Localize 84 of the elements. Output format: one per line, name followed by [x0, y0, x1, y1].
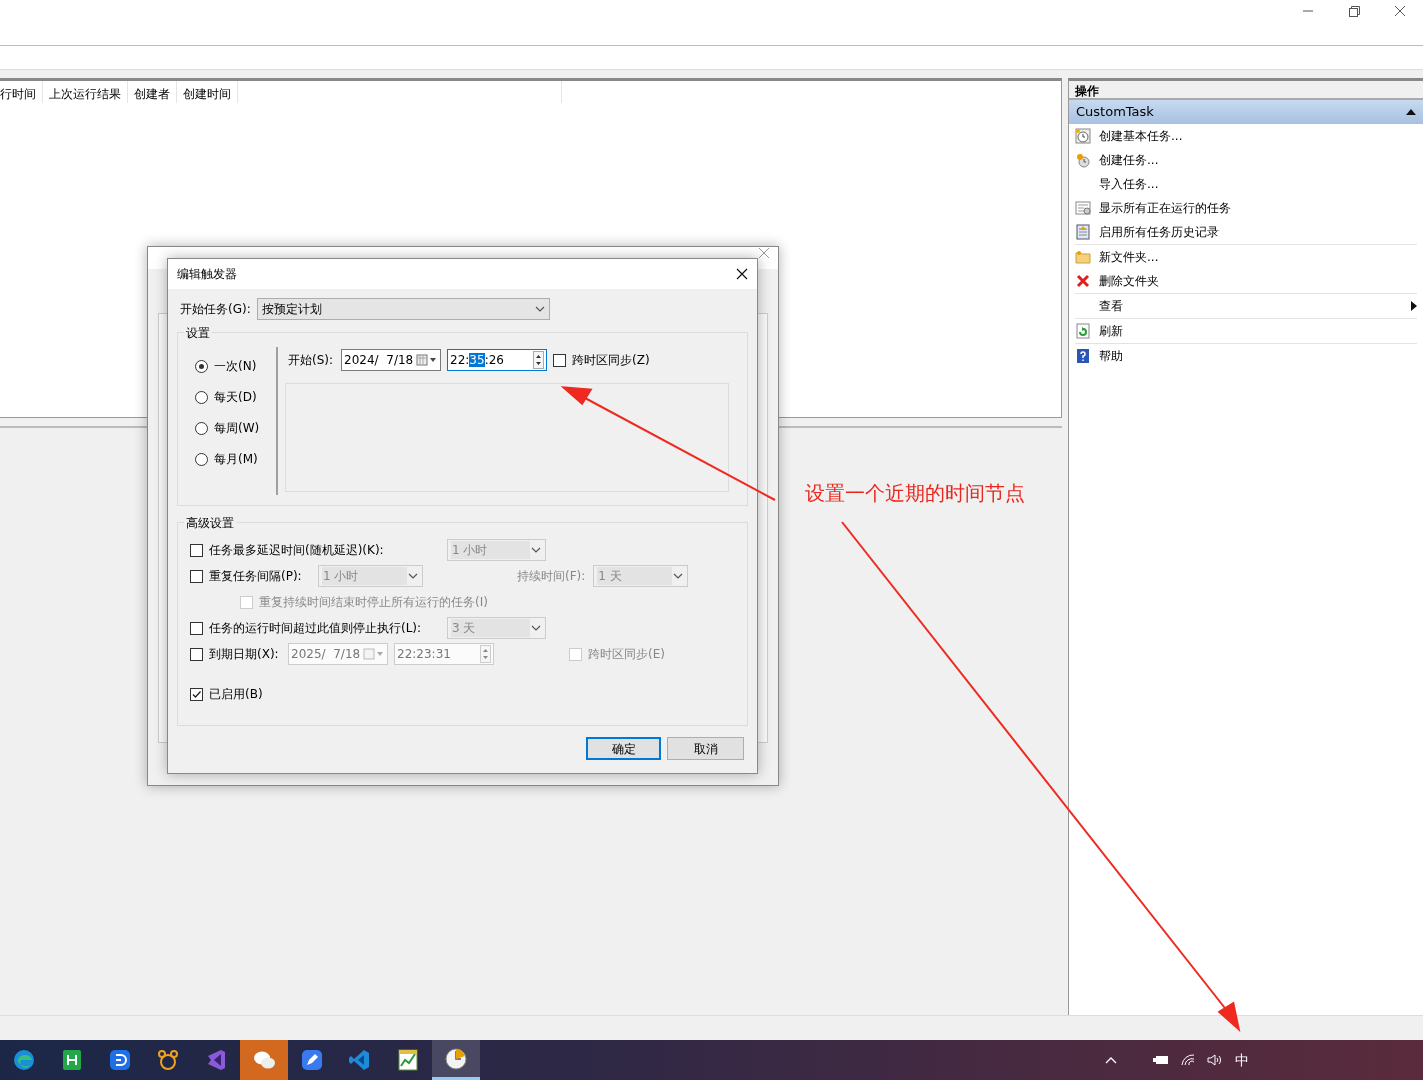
action-item[interactable]: 帮助 — [1099, 347, 1423, 365]
section-header[interactable]: CustomTask — [1069, 100, 1423, 124]
checkbox-label[interactable]: 到期日期(X): — [209, 645, 279, 663]
checkbox-label: 跨时区同步(E) — [588, 646, 665, 663]
group-title: 设置 — [184, 324, 212, 342]
notebook-icon — [1075, 224, 1091, 240]
list-icon — [1075, 200, 1091, 216]
wifi-icon[interactable] — [1181, 1054, 1195, 1066]
refresh-icon — [1075, 323, 1091, 339]
action-item[interactable]: 导入任务... — [1099, 175, 1423, 193]
chevron-icon — [533, 304, 546, 314]
column-header[interactable]: 创建者 — [128, 81, 177, 103]
calendar-icon — [363, 648, 385, 660]
action-item[interactable]: 查看 — [1099, 297, 1403, 315]
help-icon — [1075, 348, 1091, 364]
radio-button[interactable] — [195, 452, 208, 466]
chevron-icon — [530, 623, 542, 633]
checkbox[interactable] — [190, 543, 203, 557]
action-item[interactable]: 删除文件夹 — [1099, 272, 1423, 290]
spinner-icon[interactable] — [533, 351, 545, 369]
chart-icon[interactable] — [396, 1048, 420, 1072]
annotation-text: 设置一个近期的时间节点 — [805, 480, 1025, 507]
speaker-icon[interactable] — [1207, 1054, 1223, 1066]
action-item[interactable]: 新文件夹... — [1099, 248, 1423, 266]
checkbox[interactable] — [190, 687, 203, 701]
action-item[interactable]: 启用所有任务历史记录 — [1099, 223, 1423, 241]
checkbox-label[interactable]: 跨时区同步(Z) — [572, 351, 650, 369]
app-icon[interactable] — [108, 1048, 132, 1072]
dialog-title: 编辑触发器 — [177, 266, 237, 283]
folder-icon — [1075, 249, 1091, 265]
dropdown[interactable]: 按预定计划 — [256, 298, 550, 320]
chevron-up-icon[interactable] — [1105, 1056, 1117, 1064]
radio-label[interactable]: 每月(M) — [214, 450, 258, 468]
action-item[interactable]: 刷新 — [1099, 322, 1423, 340]
checkbox-label[interactable]: 重复任务间隔(P): — [209, 567, 302, 585]
date-field[interactable]: 2024/ 7/18 — [341, 349, 442, 371]
column-header[interactable]: 行时间 — [0, 81, 43, 103]
radio-label[interactable]: 每天(D) — [214, 388, 257, 406]
date-field: 2025/ 7/18 — [288, 643, 388, 665]
battery-icon[interactable] — [1153, 1055, 1169, 1065]
checkbox-label[interactable]: 任务最多延迟时间(随机延迟)(K): — [209, 541, 384, 559]
checkbox-label[interactable]: 任务的运行时间超过此值则停止执行(L): — [209, 619, 422, 637]
chevron-icon — [672, 571, 685, 581]
ok-button[interactable]: 确定 — [586, 737, 661, 760]
field-label: 持续时间(F): — [517, 568, 586, 585]
action-item[interactable]: 创建基本任务... — [1099, 127, 1423, 145]
collapse-icon[interactable] — [1406, 109, 1416, 115]
clock-icon — [1075, 152, 1091, 168]
checkbox-label[interactable]: 已启用(B) — [209, 685, 263, 703]
panel-title: 操作 — [1069, 81, 1423, 100]
checkbox[interactable] — [190, 621, 203, 635]
app-icon[interactable] — [60, 1048, 84, 1072]
checkbox-label: 重复持续时间结束时停止所有运行的任务(I) — [259, 594, 488, 611]
delete-icon — [1075, 273, 1091, 289]
code-editor-icon[interactable] — [348, 1048, 372, 1072]
checkbox[interactable] — [190, 569, 203, 583]
column-header[interactable]: 创建时间 — [177, 81, 238, 103]
clock-icon — [1075, 128, 1091, 144]
field-label: 开始任务(G): — [180, 301, 251, 318]
time-field: 22:23:31 — [394, 643, 494, 665]
action-item[interactable]: 创建任务... — [1099, 151, 1423, 169]
close-icon[interactable] — [736, 268, 748, 280]
action-item[interactable]: 显示所有正在运行的任务 — [1099, 199, 1423, 217]
radio-label[interactable]: 一次(N) — [214, 357, 257, 375]
browser-icon[interactable] — [12, 1048, 36, 1072]
spinner-icon — [480, 645, 491, 663]
field-label: 开始(S): — [288, 352, 334, 369]
clock-icon[interactable] — [444, 1046, 468, 1071]
chevron-icon — [407, 571, 419, 581]
cancel-button[interactable]: 取消 — [667, 737, 744, 760]
checkbox[interactable] — [553, 353, 567, 367]
radio-label[interactable]: 每周(W) — [214, 419, 260, 437]
calendar-icon — [416, 354, 439, 366]
note-icon[interactable] — [300, 1048, 324, 1072]
checkbox[interactable] — [190, 647, 203, 661]
radio-button[interactable] — [195, 421, 208, 435]
column-header[interactable]: 上次运行结果 — [43, 81, 128, 103]
group-title: 高级设置 — [184, 514, 236, 532]
input-method-indicator[interactable]: 中 — [1235, 1049, 1249, 1071]
radio-button[interactable] — [195, 390, 208, 404]
chevron-icon — [530, 545, 542, 555]
paw-icon[interactable] — [156, 1048, 180, 1072]
radio-button[interactable] — [195, 359, 208, 373]
time-field[interactable]: 22:35:26 — [447, 349, 548, 371]
